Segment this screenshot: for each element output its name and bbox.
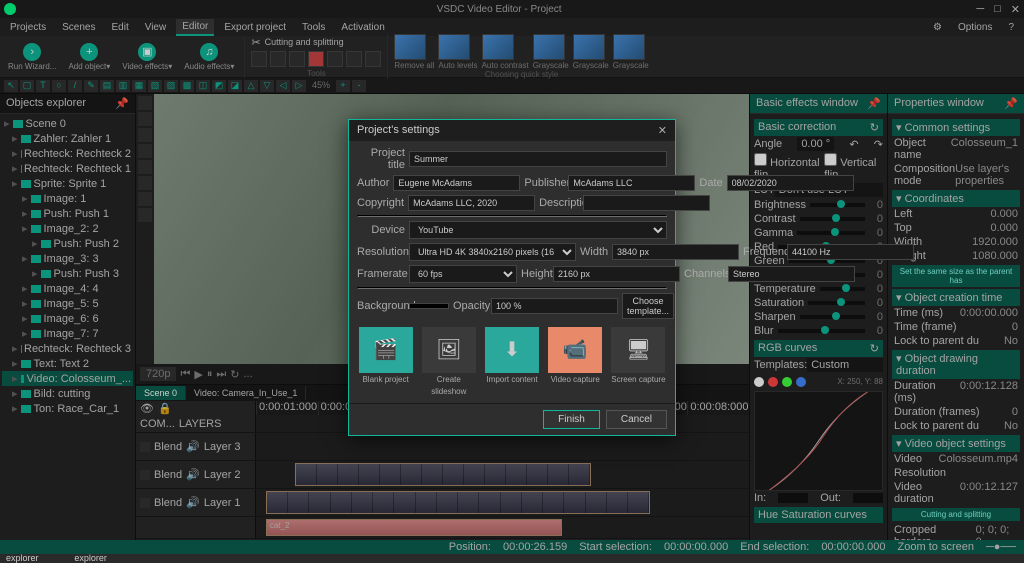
tile-video-capture[interactable]: 📹Video capture — [547, 327, 604, 397]
finish-button[interactable]: Finish — [543, 410, 600, 429]
resolution-select[interactable]: Ultra HD 4K 3840x2160 pixels (16 — [409, 243, 576, 261]
tile-screen-capture[interactable]: 🖥Screen capture — [610, 327, 667, 397]
channels-input[interactable] — [728, 266, 855, 282]
height-input[interactable] — [553, 266, 680, 282]
width-input[interactable] — [612, 244, 739, 260]
publisher-input[interactable] — [568, 175, 695, 191]
tile-create-slideshow[interactable]: 🖼Create slideshow — [420, 327, 477, 397]
frequency-input[interactable] — [787, 244, 914, 260]
tile-blank-project[interactable]: 🎬Blank project — [357, 327, 414, 397]
background-color-input[interactable] — [409, 303, 449, 309]
date-input[interactable] — [727, 175, 854, 191]
project-settings-modal: Project's settings ✕ Project title Autho… — [348, 119, 676, 436]
copyright-input[interactable] — [408, 195, 535, 211]
project-title-input[interactable] — [409, 151, 667, 167]
framerate-select[interactable]: 60 fps — [409, 265, 517, 283]
modal-close-icon[interactable]: ✕ — [658, 124, 667, 137]
author-input[interactable] — [393, 175, 520, 191]
tile-import-content[interactable]: ⬇Import content — [483, 327, 540, 397]
cancel-button[interactable]: Cancel — [606, 410, 667, 429]
opacity-input[interactable] — [491, 298, 618, 314]
choose-template-button[interactable]: Choose template... — [622, 293, 674, 319]
modal-title: Project's settings — [357, 124, 440, 136]
device-select[interactable]: YouTube — [409, 221, 667, 239]
description-input[interactable] — [583, 195, 710, 211]
modal-overlay: Project's settings ✕ Project title Autho… — [0, 0, 1024, 554]
